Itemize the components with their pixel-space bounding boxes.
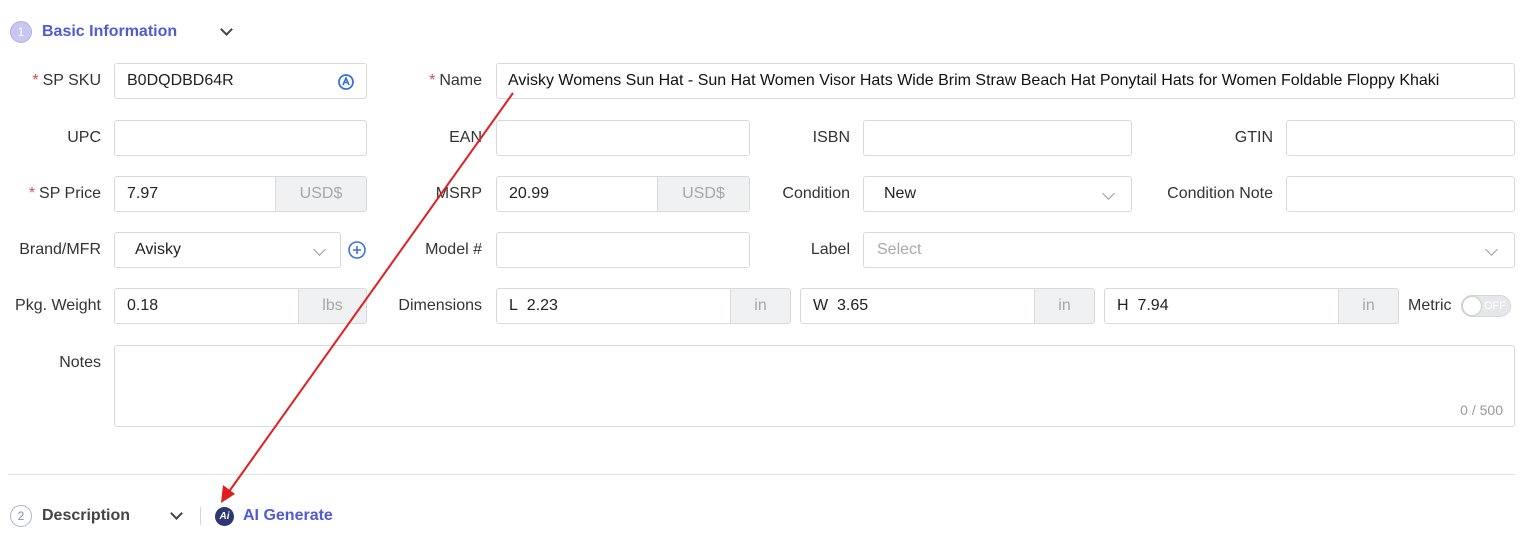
annotation-arrow-line <box>227 92 514 494</box>
annotation-arrow <box>221 92 514 503</box>
